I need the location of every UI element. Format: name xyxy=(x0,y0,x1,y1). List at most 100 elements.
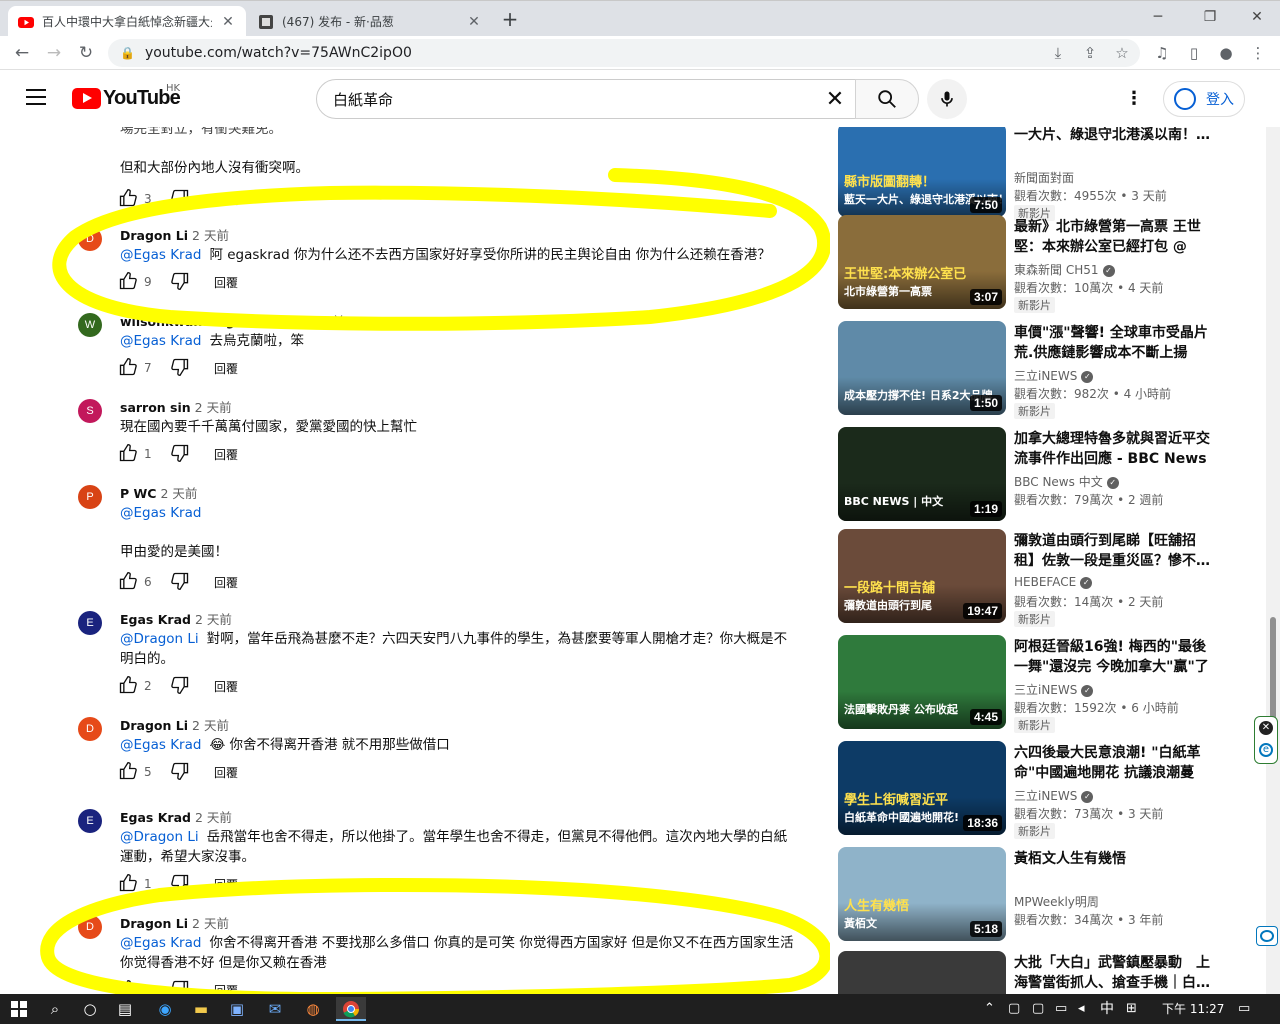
channel-name[interactable]: 東森新聞 CH51 ✓ xyxy=(1014,261,1115,278)
comment-author[interactable]: Dragon Li xyxy=(120,916,188,931)
restore-icon[interactable]: ❐ xyxy=(1198,7,1222,27)
side-panel-icon[interactable]: ▯ xyxy=(1182,41,1206,65)
video-thumbnail[interactable]: 縣市版圖翻轉！ 藍天一大片、綠退守北港溪以南！ 7:50 xyxy=(838,127,1006,217)
related-video-item[interactable]: 白紙革命大批「大白」武警鎮壓暴動 上海警當街抓人、搶查手機｜白… xyxy=(838,951,1254,994)
tab-youtube[interactable]: 百人中環中大拿白紙悼念新疆大火 ✕ xyxy=(8,6,246,37)
avatar[interactable]: S xyxy=(78,399,102,423)
dislike-icon[interactable] xyxy=(170,443,190,466)
extension-e-icon[interactable]: e xyxy=(1259,743,1273,757)
avatar[interactable]: D xyxy=(78,227,102,251)
search-input[interactable]: 白紙革命 ✕ xyxy=(316,79,856,119)
youtube-logo[interactable]: YouTube xyxy=(72,87,181,110)
window-close-icon[interactable]: ✕ xyxy=(1245,7,1269,27)
comment-time[interactable]: 2 天前 xyxy=(195,810,232,825)
windows-start-icon[interactable] xyxy=(4,997,34,1021)
file-explorer-icon[interactable]: ▬ xyxy=(186,997,216,1021)
channel-name[interactable]: 三立iNEWS ✓ xyxy=(1014,787,1094,804)
tab-close-icon[interactable]: ✕ xyxy=(466,14,482,30)
profile-icon[interactable]: ● xyxy=(1214,41,1238,65)
video-thumbnail[interactable]: 法國擊敗丹麥 公布收起 4:45 xyxy=(838,635,1006,729)
channel-name[interactable]: BBC News 中文 ✓ xyxy=(1014,473,1119,490)
video-title[interactable]: 大批「大白」武警鎮壓暴動 上海警當街抓人、搶查手機｜白… xyxy=(1014,953,1214,993)
reply-button[interactable]: 回覆 xyxy=(214,274,238,291)
comment-author[interactable]: Egas Krad xyxy=(120,810,191,825)
media-control-icon[interactable]: ♫ xyxy=(1150,41,1174,65)
like-icon[interactable] xyxy=(118,443,138,466)
back-icon[interactable]: ← xyxy=(10,41,34,65)
video-title[interactable]: 一大片、綠退守北港溪以南！… xyxy=(1014,127,1214,145)
reload-icon[interactable]: ↻ xyxy=(74,41,98,65)
like-icon[interactable] xyxy=(118,873,138,896)
notification-icon[interactable]: ▭ xyxy=(1238,994,1250,1024)
comment-author[interactable]: wilsonkwandragon1 Kwan xyxy=(120,314,304,329)
comment-time[interactable]: 2 天前 xyxy=(195,400,232,415)
avatar[interactable]: W xyxy=(78,313,102,337)
related-video-item[interactable]: 縣市版圖翻轉！ 藍天一大片、綠退守北港溪以南！ 7:50 一大片、綠退守北港溪以南！…… xyxy=(838,127,1254,221)
related-video-item[interactable]: 學生上街喊習近平 白紙革命中國遍地開花! 18:36 六四後最大民意浪潮! "白紙革命… xyxy=(838,741,1254,839)
comment-author[interactable]: Dragon Li xyxy=(120,228,188,243)
mention-link[interactable]: @Egas Krad xyxy=(120,935,201,951)
share-icon[interactable]: ⇪ xyxy=(1078,41,1102,65)
comment-time[interactable]: 2 天前 xyxy=(192,916,229,931)
reply-button[interactable]: 回覆 xyxy=(214,360,238,377)
related-video-item[interactable]: 法國擊敗丹麥 公布收起 4:45 阿根廷晉級16強! 梅西的"最後一舞"還沒完 今晚… xyxy=(838,635,1254,733)
dislike-icon[interactable] xyxy=(170,357,190,380)
forward-icon[interactable]: → xyxy=(42,41,66,65)
video-title[interactable]: 六四後最大民意浪潮! "白紙革命"中國遍地開花 抗議浪潮蔓延… xyxy=(1014,743,1214,783)
like-icon[interactable] xyxy=(118,979,138,994)
address-bar[interactable]: 🔒 youtube.com/watch?v=75AWnC2ipO0 xyxy=(108,39,1140,67)
related-video-item[interactable]: 王世堅:本來辦公室已 北市綠營第一高票 3:07 最新》北市綠營第一高票 王世堅：本來… xyxy=(838,215,1254,313)
comment-author[interactable]: Dragon Li xyxy=(120,718,188,733)
dislike-icon[interactable] xyxy=(170,873,190,896)
comment-author[interactable]: P WC xyxy=(120,486,156,501)
comment-time[interactable]: 2 天前 xyxy=(195,612,232,627)
new-tab-button[interactable]: + xyxy=(498,8,522,32)
volume-icon[interactable]: ◂ xyxy=(1078,994,1085,1024)
floating-extension-widget[interactable]: ✕ e xyxy=(1254,716,1278,764)
video-thumbnail[interactable]: 人生有幾悟 黃栢文 5:18 xyxy=(838,847,1006,941)
search-button[interactable] xyxy=(855,79,919,119)
tab-pincong[interactable]: (467) 发布 - 新·品葱 ✕ xyxy=(248,6,492,37)
video-thumbnail[interactable]: 白紙革命 xyxy=(838,951,1006,994)
like-icon[interactable] xyxy=(118,271,138,294)
mention-link[interactable]: @Egas Krad xyxy=(120,737,201,753)
avatar[interactable]: D xyxy=(78,915,102,939)
video-thumbnail[interactable]: 一段路十間吉舖 彌敦道由頭行到尾 19:47 xyxy=(838,529,1006,623)
tray-app-icon[interactable]: ▢ xyxy=(1008,994,1020,1024)
mention-link[interactable]: @Egas Krad xyxy=(120,505,201,521)
minimize-icon[interactable]: ─ xyxy=(1146,7,1170,27)
mail-icon[interactable]: ✉ xyxy=(260,997,290,1021)
mention-link[interactable]: @Egas Krad xyxy=(120,333,201,349)
edge-icon[interactable]: ◉ xyxy=(150,997,180,1021)
dislike-icon[interactable] xyxy=(170,571,190,594)
browser-menu-icon[interactable]: ⋮ xyxy=(1246,41,1270,65)
store-icon[interactable]: ▣ xyxy=(222,997,252,1021)
avatar[interactable]: P xyxy=(78,485,102,509)
comment-time[interactable]: 2 天前 xyxy=(160,486,197,501)
cortana-icon[interactable]: ○ xyxy=(75,997,105,1021)
ime-mode-icon[interactable]: ⊞ xyxy=(1126,994,1137,1024)
channel-name[interactable]: 三立iNEWS ✓ xyxy=(1014,681,1094,698)
avatar[interactable]: D xyxy=(78,717,102,741)
voice-search-button[interactable] xyxy=(927,79,967,119)
task-view-icon[interactable]: ▤ xyxy=(110,997,140,1021)
network-icon[interactable]: ▭ xyxy=(1055,994,1067,1024)
taskbar-search-icon[interactable]: ⌕ xyxy=(40,997,70,1021)
video-title[interactable]: 黃栢文人生有幾悟 xyxy=(1014,849,1214,869)
channel-name[interactable]: HEBEFACE ✓ xyxy=(1014,575,1093,589)
video-thumbnail[interactable]: 學生上街喊習近平 白紙革命中國遍地開花! 18:36 xyxy=(838,741,1006,835)
comment-time[interactable]: 2 天前 xyxy=(192,718,229,733)
like-icon[interactable] xyxy=(118,761,138,784)
video-thumbnail[interactable]: 成本壓力撐不住! 日系2大品牌 1:50 xyxy=(838,321,1006,415)
comment-author[interactable]: sarron sin xyxy=(120,400,191,415)
dislike-icon[interactable] xyxy=(170,761,190,784)
mention-link[interactable]: @Dragon Li xyxy=(120,829,199,845)
dislike-icon[interactable] xyxy=(170,188,190,211)
comment-time[interactable]: 2 天前 xyxy=(308,314,345,329)
mention-link[interactable]: @Dragon Li xyxy=(120,631,199,647)
video-title[interactable]: 彌敦道由頭行到尾睇【旺舖招租】佐敦一段是重災區？慘不… xyxy=(1014,531,1214,571)
mention-link[interactable]: @Egas Krad xyxy=(120,247,201,263)
install-icon[interactable]: ⤓ xyxy=(1046,41,1070,65)
chrome-icon[interactable] xyxy=(336,997,366,1021)
scrollbar-thumb[interactable] xyxy=(1270,617,1276,727)
